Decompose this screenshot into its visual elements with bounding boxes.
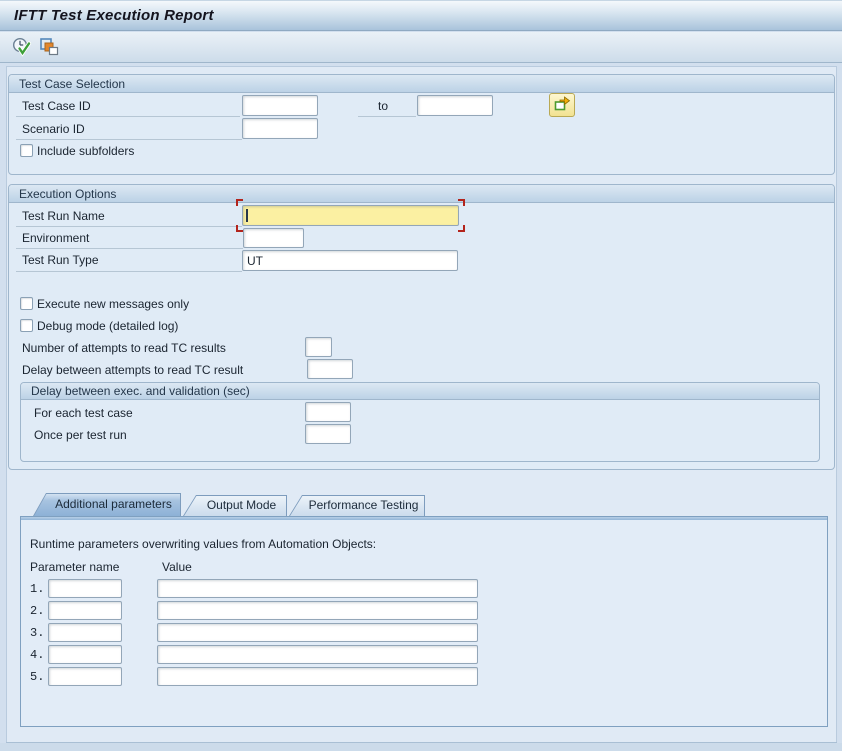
get-variant-button[interactable] <box>36 36 62 60</box>
parameter-name-header: Parameter name <box>30 560 119 574</box>
test-case-id-input[interactable] <box>242 95 318 116</box>
param-value-input-5[interactable] <box>157 667 478 686</box>
multiple-selection-icon <box>554 95 571 115</box>
param-row-index: 3. <box>30 626 44 640</box>
param-value-input-2[interactable] <box>157 601 478 620</box>
get-variant-icon <box>39 37 59 60</box>
environment-input[interactable] <box>243 228 304 248</box>
row-rule <box>358 116 416 117</box>
title-bar: IFTT Test Execution Report <box>0 0 842 31</box>
tab-additional-parameters[interactable]: Additional parameters <box>33 493 181 516</box>
row-rule <box>16 139 242 140</box>
row-rule <box>16 226 242 227</box>
tab-label: Performance Testing <box>289 495 425 516</box>
include-subfolders-label: Include subfolders <box>37 144 134 158</box>
multiple-selection-button[interactable] <box>549 93 575 117</box>
application-toolbar <box>0 32 842 63</box>
param-value-input-1[interactable] <box>157 579 478 598</box>
test-run-type-label: Test Run Type <box>22 253 99 267</box>
param-row-index: 5. <box>30 670 44 684</box>
once-per-test-run-input[interactable] <box>305 424 351 444</box>
scenario-id-label: Scenario ID <box>22 122 85 136</box>
test-case-selection-title: Test Case Selection <box>9 75 834 93</box>
page-title: IFTT Test Execution Report <box>14 7 214 24</box>
delay-validation-title: Delay between exec. and validation (sec) <box>21 383 819 400</box>
row-rule <box>16 248 243 249</box>
param-name-input-5[interactable] <box>48 667 122 686</box>
execution-options-title: Execution Options <box>9 185 834 203</box>
test-case-id-to-input[interactable] <box>417 95 493 116</box>
once-per-test-run-label: Once per test run <box>34 428 127 442</box>
environment-label: Environment <box>22 231 89 245</box>
debug-mode-label: Debug mode (detailed log) <box>37 319 178 333</box>
delay-attempts-label: Delay between attempts to read TC result <box>22 363 243 377</box>
delay-attempts-input[interactable] <box>307 359 353 379</box>
param-row-index: 1. <box>30 582 44 596</box>
param-name-input-2[interactable] <box>48 601 122 620</box>
execute-button[interactable] <box>8 36 34 60</box>
for-each-test-case-input[interactable] <box>305 402 351 422</box>
test-run-type-input[interactable] <box>242 250 458 271</box>
value-header: Value <box>162 560 192 574</box>
tab-panel-accent-bar <box>21 517 827 520</box>
param-value-input-3[interactable] <box>157 623 478 642</box>
tab-output-mode[interactable]: Output Mode <box>183 495 287 516</box>
tab-label: Additional parameters <box>33 493 181 516</box>
param-row-index: 2. <box>30 604 44 618</box>
test-run-name-input[interactable] <box>242 205 459 226</box>
debug-mode-checkbox[interactable] <box>20 319 33 332</box>
delay-validation-frame: Delay between exec. and validation (sec) <box>20 382 820 462</box>
execute-icon <box>11 36 32 60</box>
tab-performance-testing[interactable]: Performance Testing <box>289 495 425 516</box>
tab-label: Output Mode <box>183 495 287 516</box>
row-rule <box>16 271 242 272</box>
include-subfolders-checkbox[interactable] <box>20 144 33 157</box>
runtime-parameters-description: Runtime parameters overwriting values fr… <box>30 537 376 551</box>
attempts-label: Number of attempts to read TC results <box>22 341 226 355</box>
param-name-input-3[interactable] <box>48 623 122 642</box>
window-bottom-strip <box>0 743 842 751</box>
param-value-input-4[interactable] <box>157 645 478 664</box>
execute-new-messages-checkbox[interactable] <box>20 297 33 310</box>
param-name-input-4[interactable] <box>48 645 122 664</box>
text-caret <box>246 209 248 222</box>
execute-new-messages-label: Execute new messages only <box>37 297 189 311</box>
for-each-test-case-label: For each test case <box>34 406 133 420</box>
test-case-id-label: Test Case ID <box>22 99 91 113</box>
row-rule <box>16 116 240 117</box>
test-run-name-label: Test Run Name <box>22 209 105 223</box>
param-name-input-1[interactable] <box>48 579 122 598</box>
param-row-index: 4. <box>30 648 44 662</box>
to-label: to <box>378 99 388 113</box>
attempts-input[interactable] <box>305 337 332 357</box>
test-case-selection-frame: Test Case Selection <box>8 74 835 175</box>
scenario-id-input[interactable] <box>242 118 318 139</box>
